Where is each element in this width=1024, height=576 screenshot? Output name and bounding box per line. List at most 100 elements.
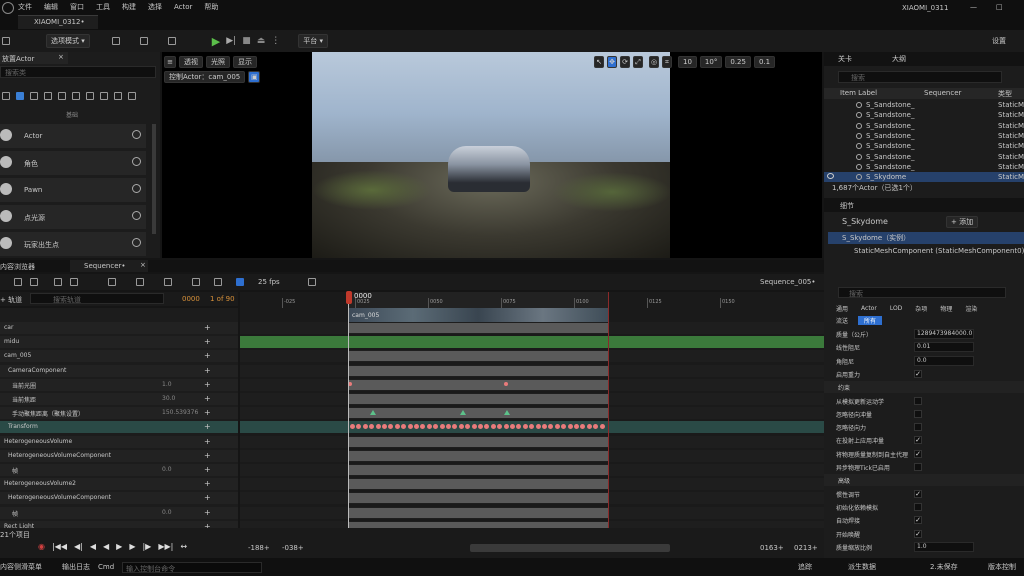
keyframe[interactable] (407, 424, 413, 430)
keyframe[interactable] (503, 424, 509, 430)
keyframe[interactable] (535, 424, 541, 430)
outliner-row[interactable]: S_Sandstone_ StaticM (824, 121, 1024, 131)
keyframe[interactable] (510, 424, 515, 430)
view-start[interactable]: -188+ (248, 544, 270, 552)
details-checkbox[interactable]: ✓ (914, 489, 922, 498)
details-checkbox[interactable]: ✓ (914, 529, 922, 538)
add-key-icon[interactable]: + (204, 408, 211, 417)
menu-item[interactable]: 构建 (122, 2, 136, 12)
details-value-field[interactable]: 1289473984000.0 (914, 329, 974, 339)
playback-options-icon[interactable] (164, 278, 172, 286)
track-lane[interactable] (240, 492, 824, 505)
world-icon[interactable]: ◎ (649, 56, 659, 68)
keyframe[interactable] (484, 424, 490, 430)
eject-icon[interactable]: ⏏ (257, 36, 266, 46)
keyframe[interactable] (458, 424, 464, 430)
track-lane[interactable] (240, 421, 824, 434)
track-row[interactable]: HeterogeneousVolume2 + (0, 478, 238, 491)
scrollbar[interactable] (152, 124, 156, 234)
camera-speed-button[interactable]: 0.1 (753, 56, 776, 68)
add-key-icon[interactable]: + (204, 337, 211, 346)
keyframe[interactable] (420, 424, 426, 430)
details-checkbox[interactable] (914, 409, 922, 418)
play-forward-icon[interactable]: ▶ (116, 542, 122, 551)
keyframe[interactable] (567, 424, 573, 430)
keyframe[interactable] (369, 424, 375, 430)
track-row[interactable]: CameraComponent + (0, 364, 238, 377)
add-key-icon[interactable]: + (204, 451, 211, 460)
section-bar[interactable] (348, 394, 608, 404)
keyframe[interactable] (356, 424, 362, 430)
track-area[interactable]: cam_005 (240, 308, 824, 528)
place-actor-item[interactable]: 角色 (0, 151, 146, 175)
viewport[interactable]: ≡ 透视 光照 显示 控制Actor：cam_005 ▣ ↖ ✥ ⟳ ⤢ ◎ ⌗… (162, 52, 822, 258)
filter-tab[interactable]: 流送 (836, 316, 848, 325)
keyframe[interactable] (554, 424, 560, 430)
track-lane[interactable] (240, 449, 824, 462)
track-value[interactable]: 150.539376 (162, 409, 198, 416)
keyframe[interactable] (586, 424, 592, 430)
seq-settings-icon[interactable] (70, 278, 78, 286)
keyframe[interactable] (599, 424, 605, 430)
loop-icon[interactable]: ↔ (180, 542, 187, 551)
keyframe[interactable] (497, 424, 503, 430)
add-key-icon[interactable]: + (204, 479, 211, 488)
track-value[interactable]: 1.0 (162, 381, 172, 388)
outliner-search[interactable]: 搜索 (838, 71, 1002, 83)
eject-pilot-button[interactable]: ▣ (248, 71, 261, 83)
section-bar[interactable] (348, 379, 608, 390)
trace-button[interactable]: 追踪 (798, 562, 812, 572)
basic-icon[interactable] (16, 92, 24, 100)
section-bar[interactable] (348, 465, 608, 475)
track-row[interactable]: 手动聚焦距离（聚焦设置） 150.539376 + (0, 407, 238, 420)
keyframe[interactable] (350, 424, 355, 430)
place-actors-search[interactable]: 搜索类 (0, 66, 156, 78)
working-start[interactable]: -038+ (282, 544, 304, 552)
track-lane[interactable] (240, 435, 824, 448)
details-checkbox[interactable]: ✓ (914, 369, 922, 378)
add-key-icon[interactable]: + (204, 351, 211, 360)
keyframe-options-icon[interactable] (192, 278, 200, 286)
section-bar[interactable] (348, 351, 608, 362)
outliner-row[interactable]: S_Skydome StaticM (824, 172, 1024, 183)
track-lane[interactable] (240, 336, 824, 349)
sequencer-tab[interactable]: Sequencer• × (70, 260, 148, 272)
add-component-button[interactable]: + 添加 (946, 216, 979, 228)
menu-item[interactable]: 编辑 (44, 2, 58, 12)
keyframe[interactable] (478, 424, 483, 430)
settings-button[interactable]: 设置 (988, 34, 1010, 48)
keyframe[interactable] (375, 424, 381, 430)
details-checkbox[interactable] (914, 423, 922, 432)
keyframe[interactable] (490, 424, 496, 430)
rotate-tool-icon[interactable]: ⟳ (620, 56, 630, 68)
section-bar[interactable] (348, 493, 608, 504)
keyframe[interactable] (362, 424, 368, 430)
track-value[interactable]: 0.0 (162, 509, 172, 516)
section-bar[interactable] (348, 408, 608, 419)
keyframe[interactable] (593, 424, 599, 430)
add-key-icon[interactable]: + (204, 465, 211, 474)
outliner-row[interactable]: S_Sandstone_ StaticM (824, 141, 1024, 151)
keyframe[interactable] (388, 424, 394, 430)
track-row[interactable]: Transform + (0, 421, 238, 434)
prev-frame-icon[interactable]: ◀ (90, 542, 96, 551)
track-row[interactable]: HeterogeneousVolumeComponent + (0, 449, 238, 462)
outliner-row[interactable]: S_Sandstone_ StaticM (824, 100, 1024, 110)
details-value-field[interactable]: 0.01 (914, 342, 974, 353)
details-checkbox[interactable] (914, 502, 922, 511)
track-lane[interactable] (240, 464, 824, 476)
lit-button[interactable]: 光照 (206, 56, 230, 68)
curve-icon[interactable] (214, 278, 222, 286)
minimize-button[interactable]: — (970, 3, 977, 11)
outliner-row[interactable]: S_Sandstone_ StaticM (824, 162, 1024, 172)
keyframe[interactable] (452, 424, 458, 430)
levels-tab[interactable]: 关卡 (838, 54, 888, 64)
outliner-tab[interactable]: 大纲 (892, 54, 906, 64)
keyframe[interactable] (516, 424, 522, 430)
all-classes-icon[interactable] (100, 92, 108, 100)
next-frame-icon[interactable]: ▶ (129, 542, 135, 551)
col-type[interactable]: 类型 (998, 89, 1012, 99)
col-label[interactable]: Item Label (840, 89, 877, 97)
details-tab[interactable]: 细节 (840, 201, 854, 211)
keyframe[interactable] (401, 424, 407, 430)
